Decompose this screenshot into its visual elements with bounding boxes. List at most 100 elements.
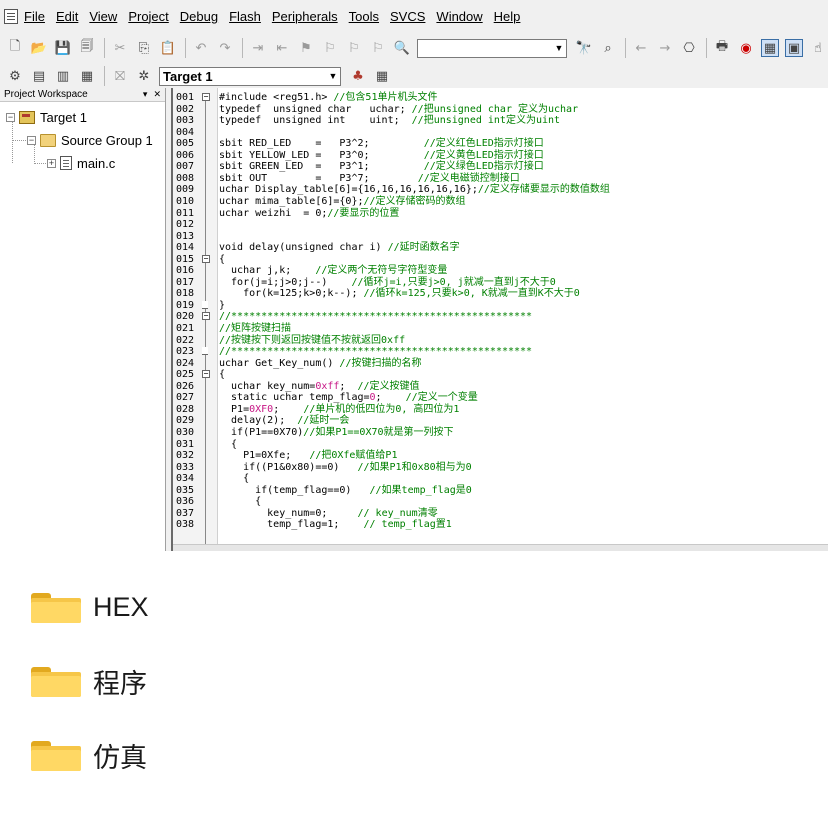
folder-item[interactable]: 程序 xyxy=(31,661,147,701)
code-token: delay(2); xyxy=(219,415,298,427)
tree-item-target[interactable]: − Target 1 xyxy=(6,108,87,126)
code-text: sbit YELLOW_LED = P3^0; //定义黄色LED指示灯接口 xyxy=(219,150,544,161)
code-comment: //把unsigned int定义为uint xyxy=(411,115,561,127)
save-all-icon[interactable]: 🗐 xyxy=(78,39,96,57)
project-window-icon[interactable]: ▦ xyxy=(761,39,779,57)
unindent-icon[interactable]: ⇤ xyxy=(273,39,291,57)
options-for-target-icon[interactable]: ✲ xyxy=(135,67,153,85)
code-token: temp_flag=1; xyxy=(219,519,364,531)
collapse-icon[interactable]: − xyxy=(6,112,15,122)
code-editor[interactable]: 001− #include <reg51.h> //包含51单片机头文件 002 ty… xyxy=(171,88,828,551)
uvision-ide-window: File Edit View Project Debug Flash Peripherals… xyxy=(0,0,828,551)
build-output-icon[interactable]: ▣ xyxy=(785,39,803,57)
line-number: 024 xyxy=(176,357,195,369)
batch-build-icon[interactable]: ▦ xyxy=(78,67,96,85)
menu-peripherals[interactable]: Peripherals xyxy=(272,9,338,24)
folder-icon xyxy=(40,133,56,147)
manage-components-icon[interactable]: ♣ xyxy=(349,67,367,85)
menu-svcs[interactable]: SVCS xyxy=(390,9,425,24)
folder-name: HEX xyxy=(93,591,149,622)
rebuild-icon[interactable]: ▥ xyxy=(54,67,72,85)
indent-icon[interactable]: ⇥ xyxy=(249,39,267,57)
fold-collapse-icon[interactable]: − xyxy=(202,312,210,321)
code-text: P1=0Xfe; //把0Xfe赋值给P1 xyxy=(219,450,397,461)
find-icon[interactable]: 🔭 xyxy=(575,39,593,57)
menu-flash[interactable]: Flash xyxy=(229,9,261,24)
menu-window[interactable]: Window xyxy=(436,9,482,24)
menu-file[interactable]: File xyxy=(24,9,45,24)
collapse-icon[interactable]: − xyxy=(27,135,36,145)
navigate-back-icon[interactable]: ← xyxy=(632,39,650,57)
find-in-files-icon[interactable]: 🔍 xyxy=(393,39,411,57)
folder-icon xyxy=(31,665,81,697)
menu-debug[interactable]: Debug xyxy=(180,9,218,24)
start-debug-icon[interactable]: ◉ xyxy=(737,39,755,57)
code-token: for(k=125;k>0;k--); xyxy=(219,288,364,300)
copy-icon[interactable]: ⎘ xyxy=(135,39,153,57)
menu-help[interactable]: Help xyxy=(494,9,521,24)
chevron-down-icon[interactable]: ▼ xyxy=(326,68,340,85)
chevron-down-icon[interactable]: ▼ xyxy=(552,40,566,57)
menu-project[interactable]: Project xyxy=(128,9,168,24)
code-comment: //定义绿色LED指示灯接口 xyxy=(423,161,544,173)
code-token: sbit OUT = P3^7; xyxy=(219,172,418,184)
navigate-forward-icon[interactable]: → xyxy=(656,39,674,57)
tree-item-source-group[interactable]: − Source Group 1 xyxy=(27,131,153,149)
code-text: { xyxy=(219,254,225,265)
fold-collapse-icon[interactable]: − xyxy=(202,370,210,379)
target-select[interactable]: Target 1 ▼ xyxy=(159,66,341,86)
code-token: #include <reg51.h> xyxy=(219,92,334,103)
select-packs-icon[interactable]: ▦ xyxy=(373,67,391,85)
stop-build-icon[interactable]: ⛝ xyxy=(111,67,129,85)
code-text: sbit GREEN_LED = P3^1; //定义绿色LED指示灯接口 xyxy=(219,161,544,172)
cut-icon[interactable]: ✂ xyxy=(111,39,129,57)
pin-icon[interactable]: ▾ xyxy=(143,89,148,100)
save-icon[interactable]: 💾 xyxy=(54,39,72,57)
target-icon xyxy=(19,110,35,124)
incremental-find-icon[interactable]: ⌕ xyxy=(599,39,617,57)
open-file-icon[interactable]: 📂 xyxy=(30,39,48,57)
redo-icon[interactable]: ↷ xyxy=(216,39,234,57)
line-number: 031 xyxy=(176,438,195,450)
bookmark-clear-icon[interactable]: ⚐ xyxy=(369,39,387,57)
bookmark-next-icon[interactable]: ⚐ xyxy=(345,39,363,57)
undo-icon[interactable]: ↶ xyxy=(192,39,210,57)
menu-view[interactable]: View xyxy=(89,9,117,24)
fold-collapse-icon[interactable]: − xyxy=(202,93,210,101)
build-toolbar: ⚙ ▤ ▥ ▦ ⛝ ✲ Target 1 ▼ ♣ ▦ xyxy=(0,62,828,90)
build-icon[interactable]: ▤ xyxy=(30,67,48,85)
line-number: 014 xyxy=(176,242,195,254)
code-comment: // temp_flag置1 xyxy=(363,519,452,531)
code-token: if(temp_flag==0) xyxy=(219,484,370,496)
translate-icon[interactable]: ⚙ xyxy=(6,67,24,85)
code-comment: //**************************************… xyxy=(219,346,533,358)
code-token: key_num=0; xyxy=(219,507,358,519)
close-icon[interactable]: ✕ xyxy=(153,89,161,100)
fold-collapse-icon[interactable]: − xyxy=(202,254,210,263)
code-text: uchar key_num=0xff; //定义按键值 xyxy=(219,381,420,392)
find-combo[interactable]: ▼ xyxy=(417,38,567,58)
horizontal-scrollbar[interactable] xyxy=(173,544,828,551)
folder-item[interactable]: 仿真 xyxy=(31,735,147,775)
folder-name: 仿真 xyxy=(93,742,147,773)
line-number: 002 xyxy=(176,103,195,115)
line-number: 017 xyxy=(176,276,195,288)
folder-name: 程序 xyxy=(93,668,147,699)
paste-icon[interactable]: 📋 xyxy=(159,39,177,57)
code-text: } xyxy=(219,300,225,311)
bookmark-prev-icon[interactable]: ⚐ xyxy=(321,39,339,57)
print-icon[interactable]: 🖶 xyxy=(713,39,731,57)
code-comment: //**************************************… xyxy=(219,311,533,323)
code-comment: //定义存储密码的数组 xyxy=(363,195,466,207)
menu-tools[interactable]: Tools xyxy=(349,9,379,24)
menu-edit[interactable]: Edit xyxy=(56,9,78,24)
code-text: uchar mima_table[6]={0};//定义存储密码的数组 xyxy=(219,196,466,207)
folder-item[interactable]: HEX xyxy=(31,587,149,627)
expand-icon[interactable]: + xyxy=(47,158,56,168)
new-file-icon[interactable]: 🗋 xyxy=(6,39,24,57)
bookmark-toggle-icon[interactable]: ⚑ xyxy=(297,39,315,57)
code-comment: //延时函数名字 xyxy=(387,242,460,254)
source-browser-icon[interactable]: ☝ xyxy=(809,39,827,57)
tree-item-main-c[interactable]: + main.c xyxy=(47,154,115,172)
debug-session-icon[interactable]: ⎔ xyxy=(680,39,698,57)
